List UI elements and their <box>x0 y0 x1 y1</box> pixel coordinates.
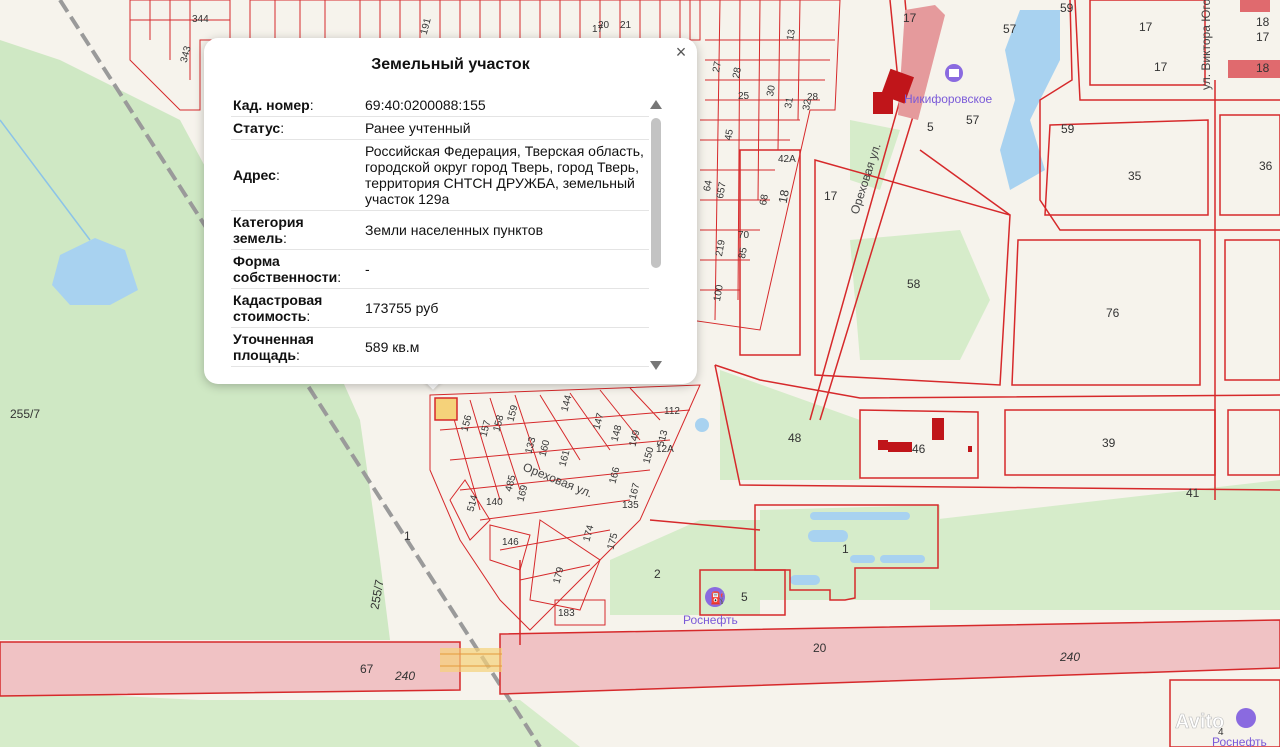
parcel-label: 57 <box>966 113 980 127</box>
row-value: 173755 руб <box>363 288 649 328</box>
scroll-thumb[interactable] <box>651 118 661 268</box>
parcel-info-popup: Земельный участок × Кад. номер: 69:40:02… <box>204 38 697 384</box>
parcel-label: 39 <box>1102 436 1116 450</box>
info-row-cadastral-number: Кад. номер: 69:40:0200088:155 <box>231 94 649 117</box>
row-label: Категория земель <box>233 214 304 246</box>
road-number: 240 <box>394 669 415 683</box>
fuel-station-icon[interactable] <box>1236 708 1256 728</box>
parcel-label: 18 <box>1256 61 1270 75</box>
scroll-up-icon[interactable] <box>650 100 662 109</box>
row-label: Кад. номер <box>233 97 310 113</box>
parcel-label: 20 <box>813 641 827 655</box>
row-value: Земли населенных пунктов <box>363 210 649 250</box>
close-icon[interactable]: × <box>673 43 689 61</box>
poi-label[interactable]: Никифоровское <box>904 92 993 106</box>
parcel-label: 36 <box>1259 159 1273 173</box>
fuel-station-glyph: ⛽ <box>710 591 725 605</box>
parcel-info-table: Кад. номер: 69:40:0200088:155 Статус: Ра… <box>231 94 649 367</box>
row-label: Уточненная площадь <box>233 331 314 363</box>
parcel-label: 344 <box>192 14 209 25</box>
parcel-label: 59 <box>1060 1 1074 15</box>
avito-watermark: Avito <box>1175 711 1224 733</box>
poi-label[interactable]: Роснефть <box>1212 735 1267 747</box>
parcel-label: 135 <box>622 500 639 511</box>
parcel-label: 18 <box>1256 15 1270 29</box>
parcel-label: 41 <box>1186 486 1200 500</box>
scroll-down-icon[interactable] <box>650 361 662 370</box>
row-value: Ранее учтенный <box>363 116 649 140</box>
parcel-label: 70 <box>738 230 750 241</box>
row-value: - <box>363 249 649 289</box>
parcel-label: 25 <box>738 91 750 102</box>
parcel-label: 146 <box>502 537 519 548</box>
parcel-label: 255/7 <box>10 407 40 421</box>
street-label: ул. Виктора Юго <box>1199 0 1213 90</box>
parcel-label: 5 <box>927 120 934 134</box>
parcel-label: 1 <box>404 529 411 543</box>
row-label: Адрес <box>233 167 276 183</box>
row-label: Статус <box>233 120 281 136</box>
parcel-label: 18 <box>776 188 792 204</box>
parcel-label: 1 <box>842 542 849 556</box>
poi-building-icon-glyph <box>949 69 959 77</box>
popup-title: Земельный участок <box>371 56 530 73</box>
info-row-area: Уточненная площадь: 589 кв.м <box>231 327 649 367</box>
parcel-label: 42А <box>778 154 796 165</box>
info-row-address: Адрес: Российская Федерация, Тверская об… <box>231 139 649 211</box>
info-row-land-category: Категория земель: Земли населенных пункт… <box>231 210 649 250</box>
parcel-label: 67 <box>360 662 374 676</box>
parcel-label: 2 <box>654 567 661 581</box>
parcel-label: 17 <box>1256 30 1270 44</box>
parcel-label: 17 <box>1154 60 1168 74</box>
parcel-label: 183 <box>558 608 575 619</box>
parcel-label: 17 <box>592 24 604 35</box>
info-row-status: Статус: Ранее учтенный <box>231 116 649 140</box>
parcel-label: 17 <box>903 11 917 25</box>
poi-label[interactable]: Роснефть <box>683 613 738 627</box>
parcel-label: 140 <box>486 497 503 508</box>
parcel-label: 35 <box>1128 169 1142 183</box>
parcel-label: 17 <box>824 189 838 203</box>
parcel-label: 48 <box>788 431 802 445</box>
parcel-label: 59 <box>1061 122 1075 136</box>
parcel-label: 112 <box>664 406 680 417</box>
row-value: 69:40:0200088:155 <box>363 94 649 117</box>
parcel-label: 57 <box>1003 22 1017 36</box>
popup-scrollbar[interactable] <box>648 98 664 370</box>
parcel-label: 46 <box>912 442 926 456</box>
info-row-ownership: Форма собственности: - <box>231 249 649 289</box>
row-value: Российская Федерация, Тверская область, … <box>363 139 649 211</box>
parcel-label: 21 <box>620 20 632 31</box>
info-row-cadastral-value: Кадастровая стоимость: 173755 руб <box>231 288 649 328</box>
row-value: 589 кв.м <box>363 327 649 367</box>
parcel-label: 28 <box>807 92 819 103</box>
road-number: 240 <box>1059 650 1080 664</box>
row-label: Форма собственности <box>233 253 338 285</box>
parcel-label: 58 <box>907 277 921 291</box>
parcel-label: 76 <box>1106 306 1120 320</box>
parcel-label: 12А <box>656 444 674 455</box>
parcel-label: 17 <box>1139 20 1153 34</box>
parcel-label: 5 <box>741 590 748 604</box>
